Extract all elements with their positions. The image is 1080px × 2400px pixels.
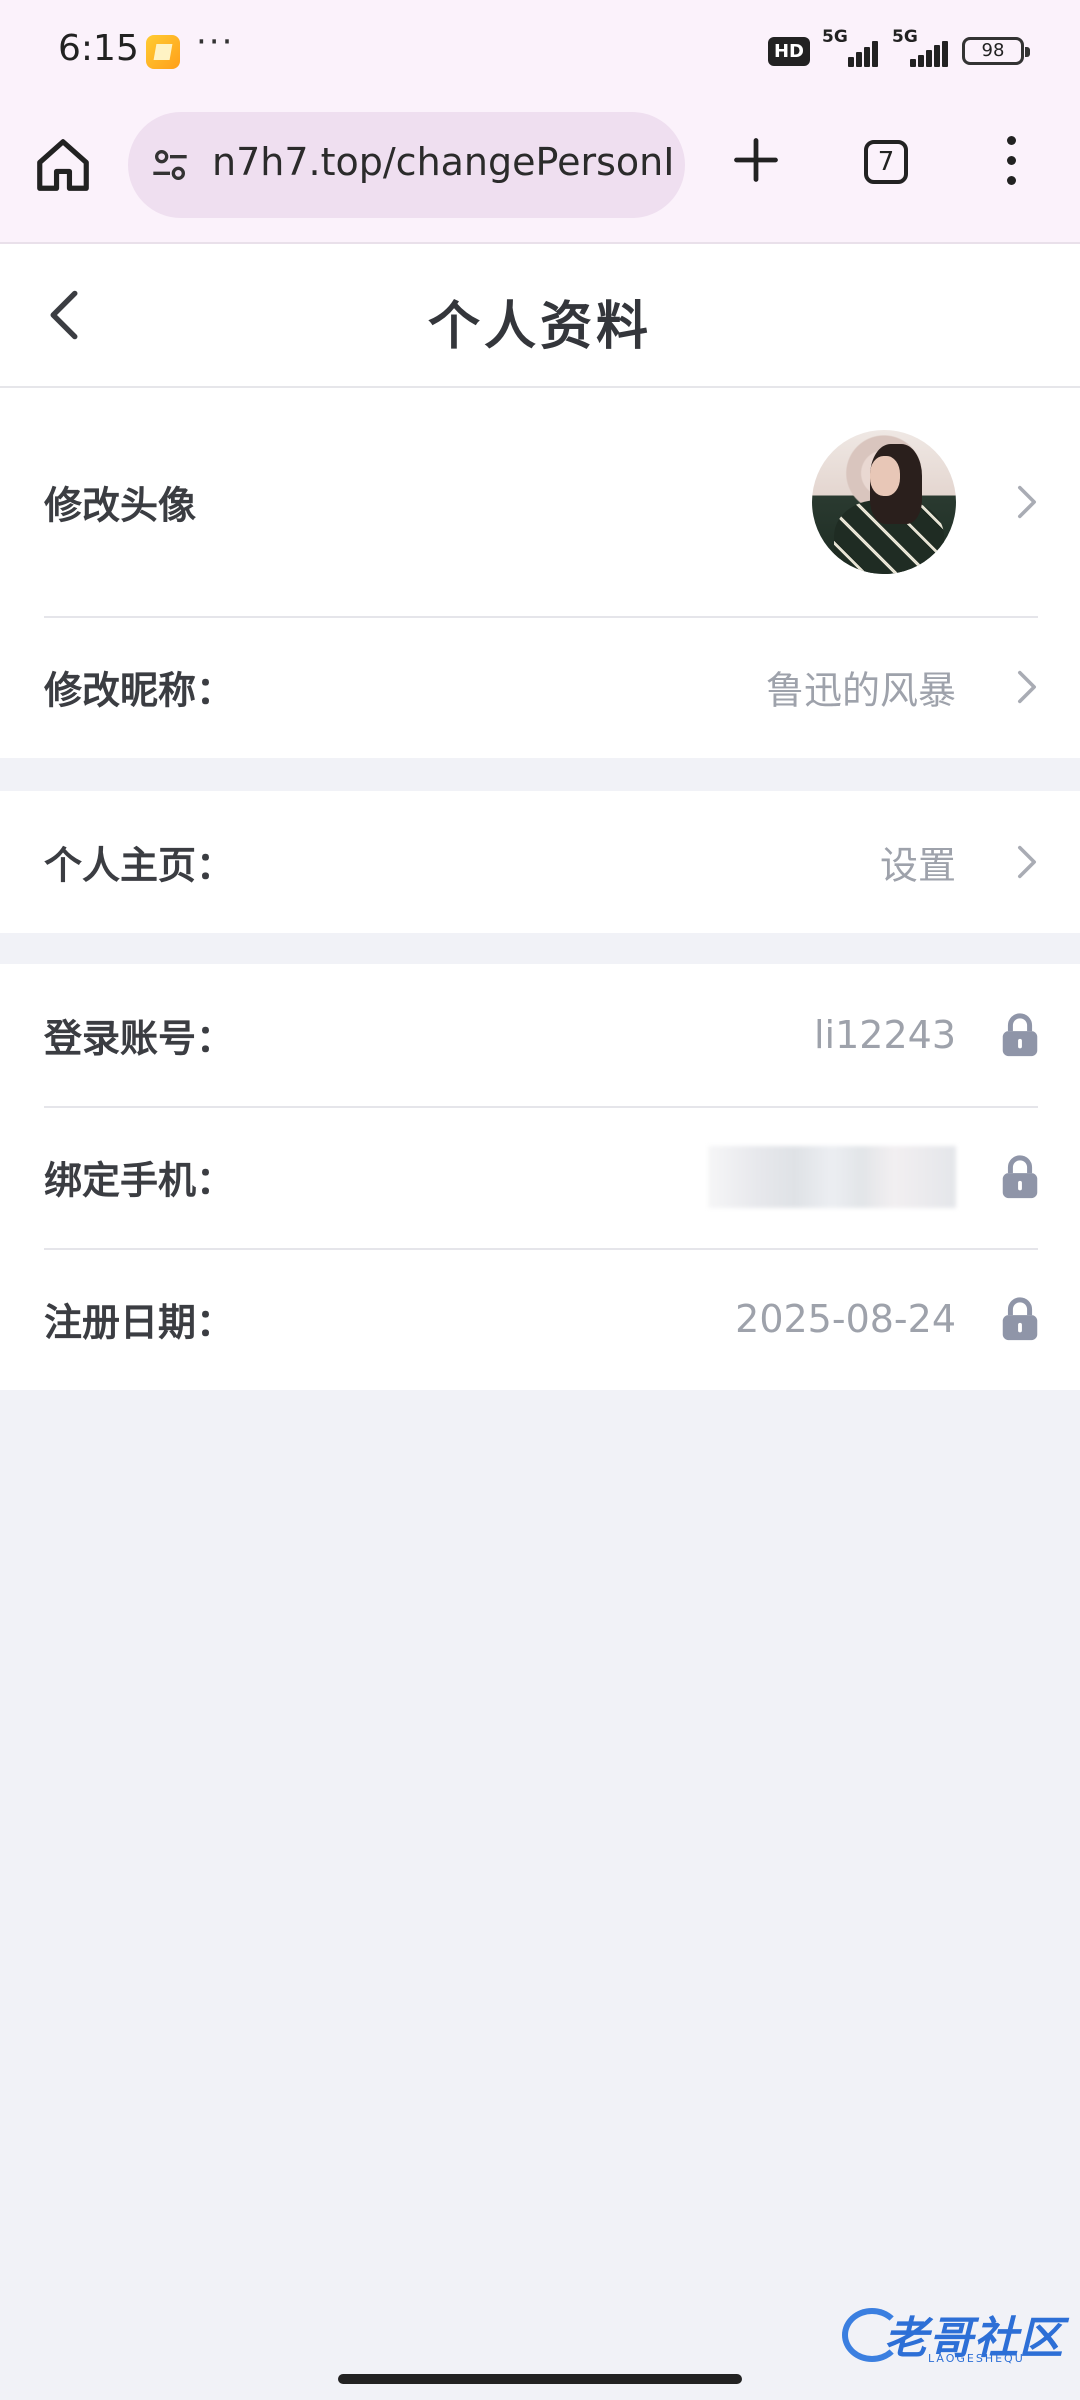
phone-label: 绑定手机： bbox=[44, 1158, 235, 1203]
account-label: 登录账号： bbox=[44, 1016, 235, 1061]
lock-icon bbox=[1002, 1297, 1038, 1341]
homepage-value: 设置 bbox=[879, 843, 956, 888]
battery-icon: 98 bbox=[962, 37, 1030, 65]
avatar-row[interactable]: 修改头像 bbox=[0, 388, 1080, 616]
url-text[interactable]: n7h7.top/changePersonI bbox=[212, 140, 674, 184]
tab-switcher-button[interactable]: 7 bbox=[864, 140, 908, 184]
account-row: 登录账号： li12243 bbox=[0, 964, 1080, 1106]
new-tab-icon[interactable] bbox=[730, 134, 782, 186]
notes-app-icon bbox=[146, 35, 180, 69]
nickname-row[interactable]: 修改昵称： 鲁迅的风暴 bbox=[0, 616, 1080, 758]
phone-value-redacted bbox=[708, 1146, 956, 1208]
gesture-home-bar[interactable] bbox=[338, 2374, 742, 2384]
chevron-right-icon bbox=[1018, 670, 1036, 704]
status-time: 6:15 bbox=[58, 28, 139, 69]
address-bar[interactable]: n7h7.top/changePersonI bbox=[128, 112, 685, 218]
register-date-label: 注册日期： bbox=[44, 1300, 235, 1345]
site-settings-icon[interactable] bbox=[150, 145, 190, 185]
home-icon[interactable] bbox=[32, 134, 94, 196]
status-bar: 6:15 ··· HD 5G 5G 98 bbox=[0, 0, 1080, 104]
lock-icon bbox=[1002, 1155, 1038, 1199]
register-date-row: 注册日期： 2025-08-24 bbox=[0, 1248, 1080, 1390]
browser-toolbar: n7h7.top/changePersonI 7 bbox=[0, 104, 1080, 244]
phone-row: 绑定手机： bbox=[0, 1106, 1080, 1248]
chevron-right-icon bbox=[1018, 845, 1036, 879]
page-title: 个人资料 bbox=[427, 297, 652, 357]
avatar-label: 修改头像 bbox=[44, 483, 197, 528]
lock-icon bbox=[1002, 1013, 1038, 1057]
account-value: li12243 bbox=[814, 1013, 956, 1057]
chevron-right-icon bbox=[1018, 485, 1036, 519]
nickname-label: 修改昵称： bbox=[44, 668, 235, 713]
profile-basic-card: 修改头像 修改昵称： 鲁迅的风暴 bbox=[0, 388, 1080, 758]
register-date-value: 2025-08-24 bbox=[735, 1297, 956, 1341]
hd-voice-icon: HD bbox=[767, 36, 810, 66]
account-info-card: 登录账号： li12243 绑定手机： 注册日期： 2025-08-24 bbox=[0, 964, 1080, 1390]
homepage-label: 个人主页： bbox=[44, 843, 235, 888]
watermark-logo: 老哥社区 LAOGESHEQU bbox=[842, 2302, 1066, 2368]
homepage-row[interactable]: 个人主页： 设置 bbox=[0, 791, 1080, 933]
watermark-subtitle: LAOGESHEQU bbox=[928, 2352, 1025, 2365]
nickname-value: 鲁迅的风暴 bbox=[765, 668, 956, 713]
signal-icon-sim1: 5G bbox=[822, 27, 880, 71]
status-icons: HD 5G 5G 98 bbox=[767, 27, 1030, 72]
more-menu-icon[interactable] bbox=[1004, 136, 1018, 188]
signal-icon-sim2: 5G bbox=[892, 27, 950, 71]
more-notifications-icon: ··· bbox=[196, 22, 235, 62]
avatar[interactable] bbox=[812, 430, 956, 574]
page-header: 个人资料 bbox=[0, 244, 1080, 388]
homepage-card: 个人主页： 设置 bbox=[0, 791, 1080, 933]
